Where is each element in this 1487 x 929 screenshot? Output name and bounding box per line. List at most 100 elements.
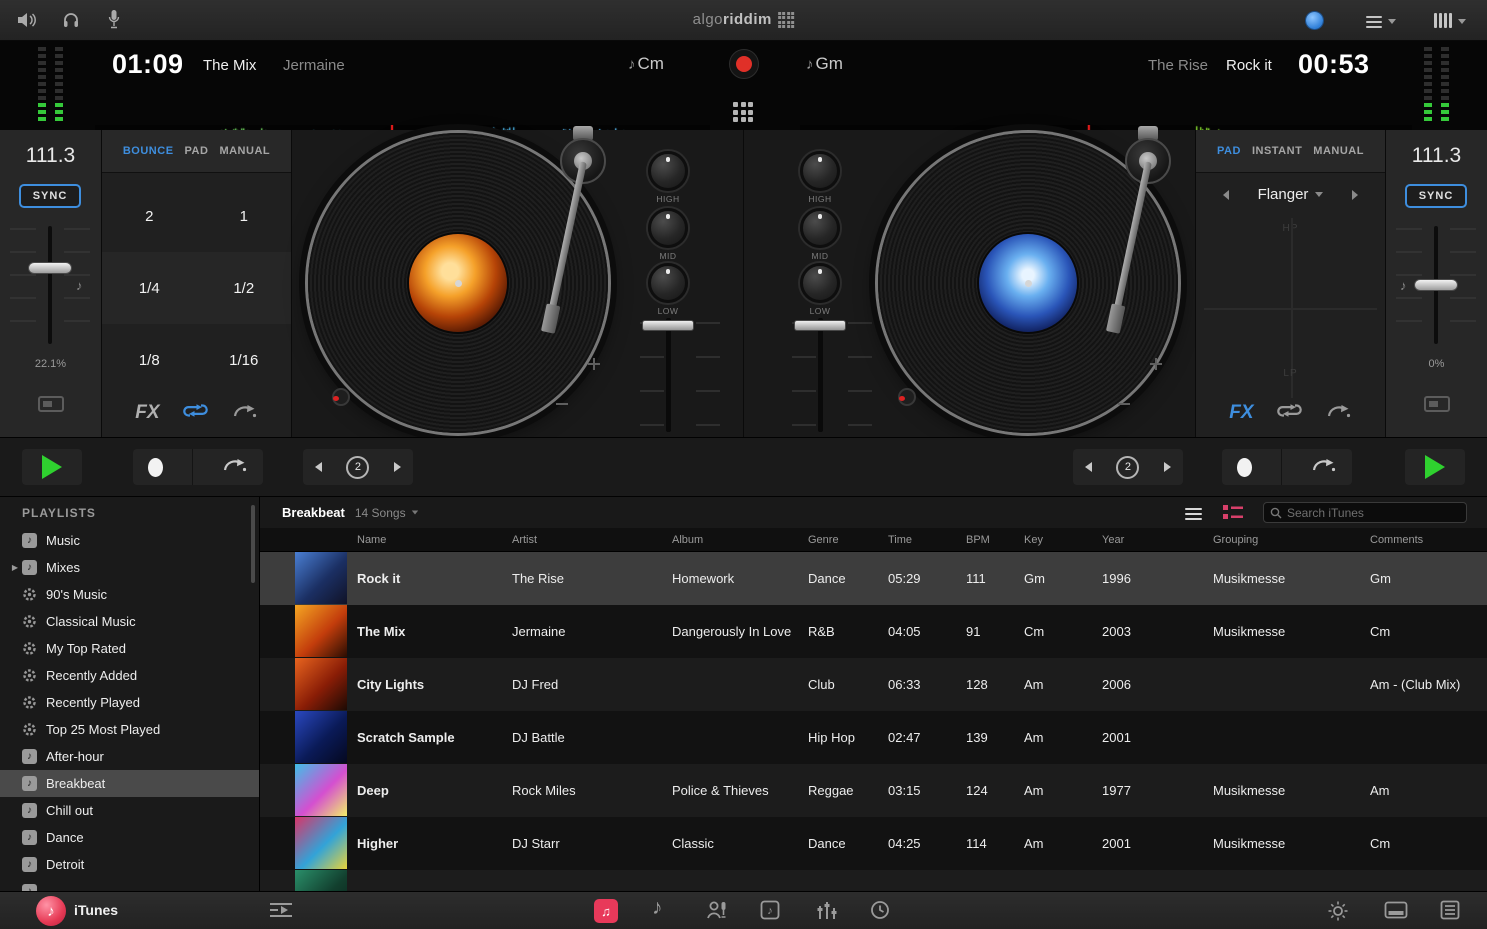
- record-button[interactable]: [729, 49, 759, 79]
- fx-effect-name[interactable]: Flanger: [1258, 186, 1309, 203]
- right-play-button[interactable]: [1405, 449, 1465, 485]
- track-row[interactable]: Rock it The Rise Homework Dance 05:29 111 Gm 19…: [260, 552, 1487, 605]
- loop-length-button[interactable]: 1/4: [102, 252, 197, 324]
- loop-length-button[interactable]: 1/8: [102, 324, 197, 396]
- loop-mode-icon[interactable]: [1276, 402, 1303, 424]
- songs-icon[interactable]: ♪: [652, 896, 663, 920]
- track-row[interactable]: Scratch Sample DJ Battle Hip Hop 02:47 139 Am…: [260, 711, 1487, 764]
- sidebar-item[interactable]: ♪ Dance: [0, 824, 259, 851]
- left-eq-high-knob[interactable]: [648, 151, 688, 191]
- right-start-stop-knob[interactable]: [898, 388, 916, 406]
- genres-icon[interactable]: [816, 900, 838, 925]
- columns-header-row[interactable]: Name Artist Album Genre Time BPM Key Year Groupi…: [260, 528, 1487, 552]
- search-field[interactable]: [1263, 502, 1467, 523]
- left-pitch-slider-track[interactable]: [48, 226, 52, 344]
- pitch-bend-minus-icon[interactable]: [1118, 398, 1130, 410]
- deck-layout-icon[interactable]: [1434, 13, 1454, 33]
- speaker-icon[interactable]: [16, 11, 38, 34]
- queue-view-icon[interactable]: [1223, 504, 1244, 526]
- list-view-icon[interactable]: [1185, 505, 1202, 523]
- loop-length-button[interactable]: 1: [197, 180, 292, 252]
- search-input[interactable]: [1287, 505, 1447, 520]
- slip-mode-icon[interactable]: [232, 402, 258, 425]
- track-row[interactable]: [260, 870, 1487, 891]
- right-keylock-icon[interactable]: [1423, 396, 1450, 412]
- headphones-icon[interactable]: [62, 10, 80, 34]
- left-volume-fader-track[interactable]: [666, 318, 671, 432]
- sidebar-item[interactable]: Top 25 Most Played: [0, 716, 259, 743]
- sidebar-item[interactable]: ▶ ♪ Mixes: [0, 554, 259, 581]
- sidebar-item[interactable]: Recently Played: [0, 689, 259, 716]
- loop-halve-button[interactable]: [1085, 462, 1093, 472]
- pre-cueing-icon[interactable]: [268, 900, 294, 925]
- left-slip-button[interactable]: [222, 456, 248, 479]
- sidebar-scrollbar[interactable]: [251, 505, 255, 583]
- right-eq-low-knob[interactable]: [800, 263, 840, 303]
- fx-toggle-button[interactable]: FX: [135, 402, 159, 424]
- tab-pad[interactable]: PAD: [185, 145, 209, 157]
- sidebar-item[interactable]: 90's Music: [0, 581, 259, 608]
- mixer-view-icon[interactable]: [1384, 900, 1408, 925]
- left-keylock-icon[interactable]: [37, 396, 64, 412]
- column-header[interactable]: Genre: [808, 528, 839, 552]
- tab-bounce[interactable]: BOUNCE: [123, 145, 174, 157]
- column-header[interactable]: Comments: [1370, 528, 1423, 552]
- right-eq-mid-knob[interactable]: [800, 208, 840, 248]
- track-row[interactable]: The Mix Jermaine Dangerously In Love R&B 04:…: [260, 605, 1487, 658]
- left-turntable-platter[interactable]: [308, 133, 608, 433]
- fx-dropdown-caret-icon[interactable]: [1315, 192, 1324, 197]
- left-start-stop-knob[interactable]: [332, 388, 350, 406]
- fx-next-icon[interactable]: [1352, 189, 1359, 200]
- left-loop-length[interactable]: 2: [346, 455, 370, 479]
- tab-fx-manual[interactable]: MANUAL: [1313, 145, 1364, 157]
- library-list-icon[interactable]: [1440, 900, 1460, 925]
- loop-length-button[interactable]: 2: [102, 180, 197, 252]
- left-pitch-slider-handle[interactable]: [28, 262, 72, 274]
- left-volume-fader-handle[interactable]: [642, 320, 694, 331]
- right-slip-button[interactable]: [1311, 456, 1337, 479]
- sidebar-item[interactable]: ♪: [0, 878, 259, 891]
- disclosure-icon[interactable]: ▶: [8, 563, 22, 572]
- pitch-bend-plus-icon[interactable]: [1150, 358, 1162, 370]
- left-eq-mid-knob[interactable]: [648, 208, 688, 248]
- column-header[interactable]: Artist: [512, 528, 537, 552]
- tab-manual[interactable]: MANUAL: [219, 145, 270, 157]
- column-header[interactable]: Year: [1102, 528, 1124, 552]
- left-sync-button[interactable]: SYNC: [19, 184, 81, 208]
- loop-length-button[interactable]: 1/16: [197, 324, 292, 396]
- library-source-label[interactable]: iTunes: [74, 902, 118, 918]
- sidebar-item[interactable]: ♪ Chill out: [0, 797, 259, 824]
- pitch-bend-plus-icon[interactable]: [588, 358, 600, 370]
- left-eq-low-knob[interactable]: [648, 263, 688, 303]
- microphone-icon[interactable]: [108, 9, 120, 35]
- column-header[interactable]: BPM: [966, 528, 990, 552]
- loop-length-button[interactable]: 1/2: [197, 252, 292, 324]
- right-pitch-slider-handle[interactable]: [1414, 279, 1458, 291]
- track-row[interactable]: City Lights DJ Fred Club 06:33 128 Am 2006 Am -…: [260, 658, 1487, 711]
- sidebar-item[interactable]: ♪ Breakbeat: [0, 770, 259, 797]
- loop-halve-button[interactable]: [315, 462, 323, 472]
- music-library-icon[interactable]: ♫: [594, 899, 618, 923]
- tab-fx-pad[interactable]: PAD: [1217, 145, 1241, 157]
- history-icon[interactable]: [870, 900, 890, 925]
- left-play-button[interactable]: [22, 449, 82, 485]
- right-cue-button[interactable]: [1236, 457, 1252, 477]
- column-header[interactable]: Grouping: [1213, 528, 1258, 552]
- song-count[interactable]: 14 Songs: [355, 506, 406, 520]
- track-row[interactable]: Higher DJ Starr Classic Dance 04:25 114 Am 2001…: [260, 817, 1487, 870]
- column-header[interactable]: Name: [357, 528, 386, 552]
- sidebar-item[interactable]: My Top Rated: [0, 635, 259, 662]
- albums-icon[interactable]: ♪: [760, 900, 780, 925]
- fx-toggle-button[interactable]: FX: [1229, 402, 1253, 424]
- sidebar-item[interactable]: ♪ Music: [0, 527, 259, 554]
- view-menu-icon[interactable]: [1366, 13, 1382, 31]
- track-row[interactable]: Deep Rock Miles Police & Thieves Reggae 03:1…: [260, 764, 1487, 817]
- right-volume-fader-track[interactable]: [818, 318, 823, 432]
- right-eq-high-knob[interactable]: [800, 151, 840, 191]
- itunes-icon[interactable]: ♪: [36, 896, 66, 926]
- right-volume-fader-handle[interactable]: [794, 320, 846, 331]
- sidebar-item[interactable]: Recently Added: [0, 662, 259, 689]
- loop-mode-icon[interactable]: [182, 402, 209, 424]
- right-sync-button[interactable]: SYNC: [1405, 184, 1467, 208]
- left-cue-button[interactable]: [147, 457, 163, 477]
